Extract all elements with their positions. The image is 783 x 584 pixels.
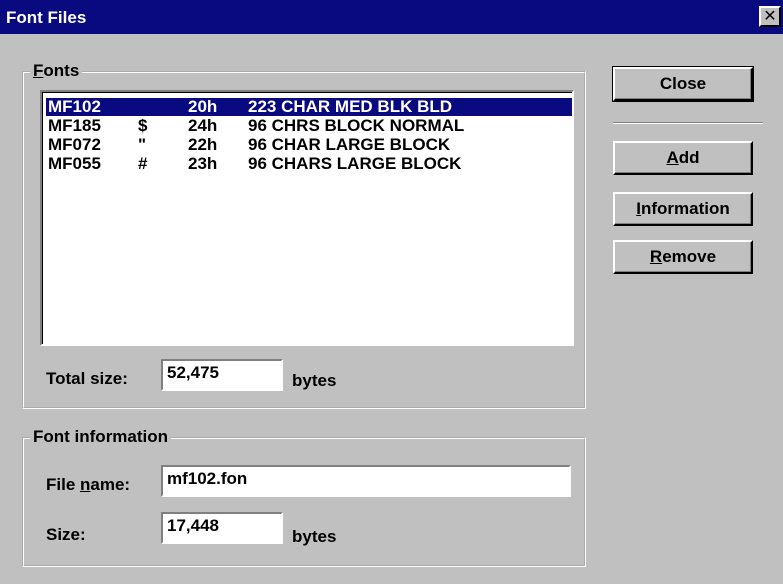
font-info-group-label: Font information <box>30 427 172 447</box>
size-label: Size: <box>46 525 86 544</box>
font-item-code: 23h <box>188 154 218 173</box>
font-item-name: MF185 <box>48 116 101 135</box>
font-item-code: 24h <box>188 116 218 135</box>
close-button[interactable]: Close <box>612 66 754 102</box>
add-button[interactable]: Add <box>613 141 753 175</box>
information-button[interactable]: Information <box>613 192 753 226</box>
font-list-item[interactable]: MF102 20h 223 CHAR MED BLK BLD <box>45 97 573 117</box>
total-size-unit: bytes <box>292 371 337 390</box>
size-unit: bytes <box>292 527 337 546</box>
file-name-label: File name: <box>46 475 131 494</box>
font-list-item[interactable]: MF072 " 22h 96 CHAR LARGE BLOCK <box>46 136 572 154</box>
font-item-name: MF072 <box>48 135 101 154</box>
font-list-item[interactable]: MF185 $24h 96 CHRS BLOCK NORMAL <box>46 117 572 135</box>
font-item-code: 22h <box>188 135 218 154</box>
font-item-desc: 96 CHARS LARGE BLOCK <box>248 154 462 173</box>
window-title: Font Files <box>6 8 87 27</box>
size-field: 17,448 <box>161 512 283 544</box>
fonts-listbox[interactable]: MF102 20h 223 CHAR MED BLK BLD MF185 $24h 96 … <box>40 90 574 346</box>
font-info-group <box>22 437 586 567</box>
total-size-label: Total size: <box>46 369 128 388</box>
font-item-desc: 223 CHAR MED BLK BLD <box>248 97 453 116</box>
font-item-code: 20h <box>188 97 218 116</box>
fonts-group-label: Fonts <box>30 61 83 81</box>
file-name-field[interactable]: mf102.fon <box>161 465 571 497</box>
remove-button[interactable]: Remove <box>613 240 753 274</box>
total-size-field: 52,475 <box>161 359 283 391</box>
font-list-item[interactable]: MF055 #23h 96 CHARS LARGE BLOCK <box>46 155 572 173</box>
close-icon[interactable]: ✕ <box>759 6 781 27</box>
font-item-char: # <box>138 154 148 173</box>
font-item-name: MF055 <box>48 154 101 173</box>
font-item-name: MF102 <box>48 97 101 116</box>
font-item-char: " <box>138 135 147 154</box>
button-separator <box>613 122 763 124</box>
title-bar: Font Files ✕ <box>0 0 783 34</box>
font-item-desc: 96 CHRS BLOCK NORMAL <box>248 116 465 135</box>
font-item-desc: 96 CHAR LARGE BLOCK <box>248 135 451 154</box>
font-item-char: $ <box>138 116 148 135</box>
